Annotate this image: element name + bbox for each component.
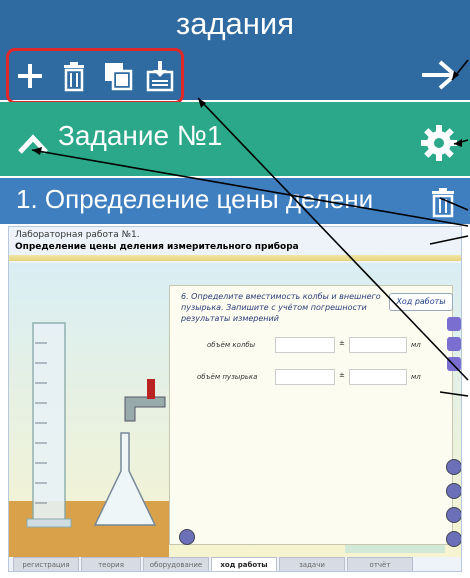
task-title: Задание №1 (58, 120, 223, 151)
side-round-button[interactable] (446, 507, 461, 523)
unit-label: мл (411, 341, 421, 349)
side-button[interactable] (447, 317, 461, 331)
hod-raboty-button[interactable]: Ход работы (389, 293, 453, 311)
lab-preview: Лабораторная работа №1. Определение цены… (8, 226, 462, 572)
tab-report[interactable]: отчёт (347, 557, 413, 571)
tab-tasks[interactable]: задачи (279, 557, 345, 571)
side-round-button[interactable] (446, 531, 461, 547)
side-round-button[interactable] (446, 483, 461, 499)
question-text: 6. Определите вместимость колбы и внешне… (181, 292, 381, 323)
question-panel (169, 285, 453, 545)
side-button[interactable] (447, 357, 461, 371)
error-input[interactable] (349, 337, 407, 353)
tab-theory[interactable]: теория (81, 557, 141, 571)
plus-icon[interactable] (14, 60, 46, 92)
tab-hod-raboty[interactable]: ход работы (211, 557, 277, 571)
side-button[interactable] (447, 337, 461, 351)
back-round-button[interactable] (179, 529, 195, 545)
field-label: объём пузырька (197, 373, 258, 381)
trash-icon[interactable] (428, 186, 458, 218)
copy-icon[interactable] (102, 60, 134, 92)
volume-input[interactable] (275, 369, 335, 385)
volume-input[interactable] (275, 337, 335, 353)
plus-minus: ± (339, 371, 345, 379)
gear-icon[interactable] (420, 124, 458, 162)
side-round-button[interactable] (446, 459, 461, 475)
chevron-up-icon[interactable] (16, 132, 50, 156)
error-input[interactable] (349, 369, 407, 385)
page-title: задания (175, 6, 294, 41)
save-icon[interactable] (144, 60, 176, 92)
lab-title: Определение цены деления измерительного … (15, 242, 299, 252)
arrow-right-icon[interactable] (420, 58, 460, 92)
plus-minus: ± (339, 339, 345, 347)
unit-label: мл (411, 373, 421, 381)
tab-equipment[interactable]: оборудование (143, 557, 209, 571)
tab-registration[interactable]: регистрация (13, 557, 79, 571)
item-title: 1. Определение цены делени (16, 184, 374, 214)
field-label: объём колбы (207, 341, 256, 349)
trash-icon[interactable] (58, 60, 90, 92)
divider (9, 255, 461, 261)
lab-subtitle: Лабораторная работа №1. (15, 230, 140, 240)
